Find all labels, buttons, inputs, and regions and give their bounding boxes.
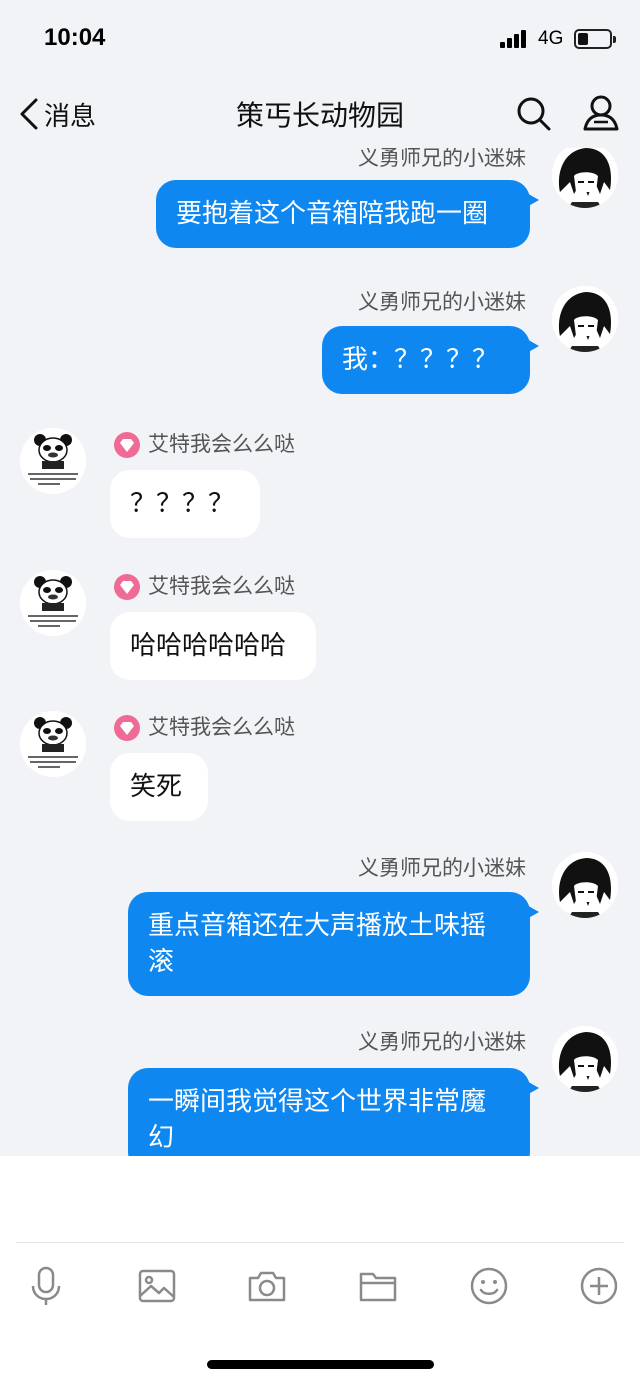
message-row: 艾特我会么么哒 哈哈哈哈哈哈: [0, 570, 640, 690]
anime-avatar-icon: [552, 148, 618, 208]
file-button[interactable]: [356, 1264, 400, 1308]
message-row: 义勇师兄的小迷妹 一瞬间我觉得这个世界非常魔幻: [0, 1026, 640, 1156]
message-input[interactable]: [0, 1156, 640, 1242]
signal-icon: [500, 30, 532, 48]
message-bubble[interactable]: ？？？？: [110, 470, 260, 538]
image-button[interactable]: [135, 1264, 179, 1308]
group-profile-button[interactable]: [582, 94, 620, 132]
sender-name-text: 艾特我会么么哒: [148, 574, 295, 598]
chevron-left-icon: [20, 98, 38, 130]
diamond-badge-icon: [114, 715, 140, 741]
home-indicator[interactable]: [207, 1360, 434, 1369]
avatar[interactable]: [552, 1026, 618, 1092]
divider: [16, 1242, 624, 1243]
anime-avatar-icon: [552, 1026, 618, 1092]
back-button[interactable]: 消息: [18, 96, 96, 132]
avatar[interactable]: [552, 852, 618, 918]
camera-button[interactable]: [245, 1264, 289, 1308]
network-label: 4G: [538, 28, 564, 49]
camera-icon: [248, 1271, 286, 1302]
message-bubble[interactable]: 要抱着这个音箱陪我跑一圈: [156, 180, 539, 248]
sender-name: 义勇师兄的小迷妹: [358, 290, 526, 314]
avatar[interactable]: [552, 148, 618, 208]
plus-icon: [580, 1267, 618, 1305]
avatar[interactable]: [20, 428, 86, 494]
nav-bar: 策丐长动物园 消息: [0, 80, 640, 148]
anime-avatar-icon: [552, 286, 618, 352]
anime-avatar-icon: [552, 852, 618, 918]
sender-name-text: 艾特我会么么哒: [148, 715, 295, 739]
input-area: [0, 1156, 640, 1386]
back-label: 消息: [44, 101, 97, 132]
emoji-button[interactable]: [467, 1264, 511, 1308]
avatar[interactable]: [20, 570, 86, 636]
status-time: 10:04: [44, 24, 106, 51]
search-button[interactable]: [516, 96, 552, 132]
panda-meme-avatar-icon: [20, 711, 86, 777]
message-bubble[interactable]: 我：？？？？: [322, 326, 539, 394]
sender-name: 义勇师兄的小迷妹: [358, 148, 526, 170]
sender-name: 艾特我会么么哒: [114, 570, 295, 600]
message-row: 艾特我会么么哒 笑死: [0, 711, 640, 831]
diamond-badge-icon: [114, 432, 140, 458]
message-bubble[interactable]: 笑死: [110, 753, 208, 821]
sender-name-text: 艾特我会么么哒: [148, 432, 295, 456]
sender-name: 义勇师兄的小迷妹: [358, 1030, 526, 1054]
chat-title: 策丐长动物园: [235, 99, 404, 132]
message-row: 艾特我会么么哒 ？？？？: [0, 428, 640, 548]
search-icon: [517, 97, 551, 131]
sender-name: 艾特我会么么哒: [114, 428, 295, 458]
group-profile-icon: [583, 95, 619, 131]
more-button[interactable]: [577, 1264, 621, 1308]
folder-icon: [359, 1272, 397, 1302]
microphone-icon: [31, 1266, 61, 1305]
image-icon: [138, 1269, 176, 1303]
sender-name: 艾特我会么么哒: [114, 711, 295, 741]
voice-button[interactable]: [24, 1264, 68, 1308]
avatar[interactable]: [552, 286, 618, 352]
battery-icon: [574, 29, 616, 49]
message-bubble[interactable]: 一瞬间我觉得这个世界非常魔幻: [128, 1068, 539, 1156]
panda-meme-avatar-icon: [20, 428, 86, 494]
message-row: 义勇师兄的小迷妹 重点音箱还在大声播放土味摇滚: [0, 852, 640, 1012]
message-bubble[interactable]: 哈哈哈哈哈哈: [110, 612, 316, 680]
panda-meme-avatar-icon: [20, 570, 86, 636]
message-row: 义勇师兄的小迷妹 我：？？？？: [0, 286, 640, 406]
status-bar: 10:04 4G: [0, 0, 640, 80]
message-row: 义勇师兄的小迷妹 要抱着这个音箱陪我跑一圈: [0, 148, 640, 262]
emoji-icon: [470, 1267, 508, 1305]
chat-list[interactable]: 义勇师兄的小迷妹 要抱着这个音箱陪我跑一圈 义勇师兄的小迷妹 我：？？？？ 艾特…: [0, 148, 640, 1156]
diamond-badge-icon: [114, 574, 140, 600]
sender-name: 义勇师兄的小迷妹: [358, 856, 526, 880]
message-bubble[interactable]: 重点音箱还在大声播放土味摇滚: [128, 892, 539, 996]
avatar[interactable]: [20, 711, 86, 777]
